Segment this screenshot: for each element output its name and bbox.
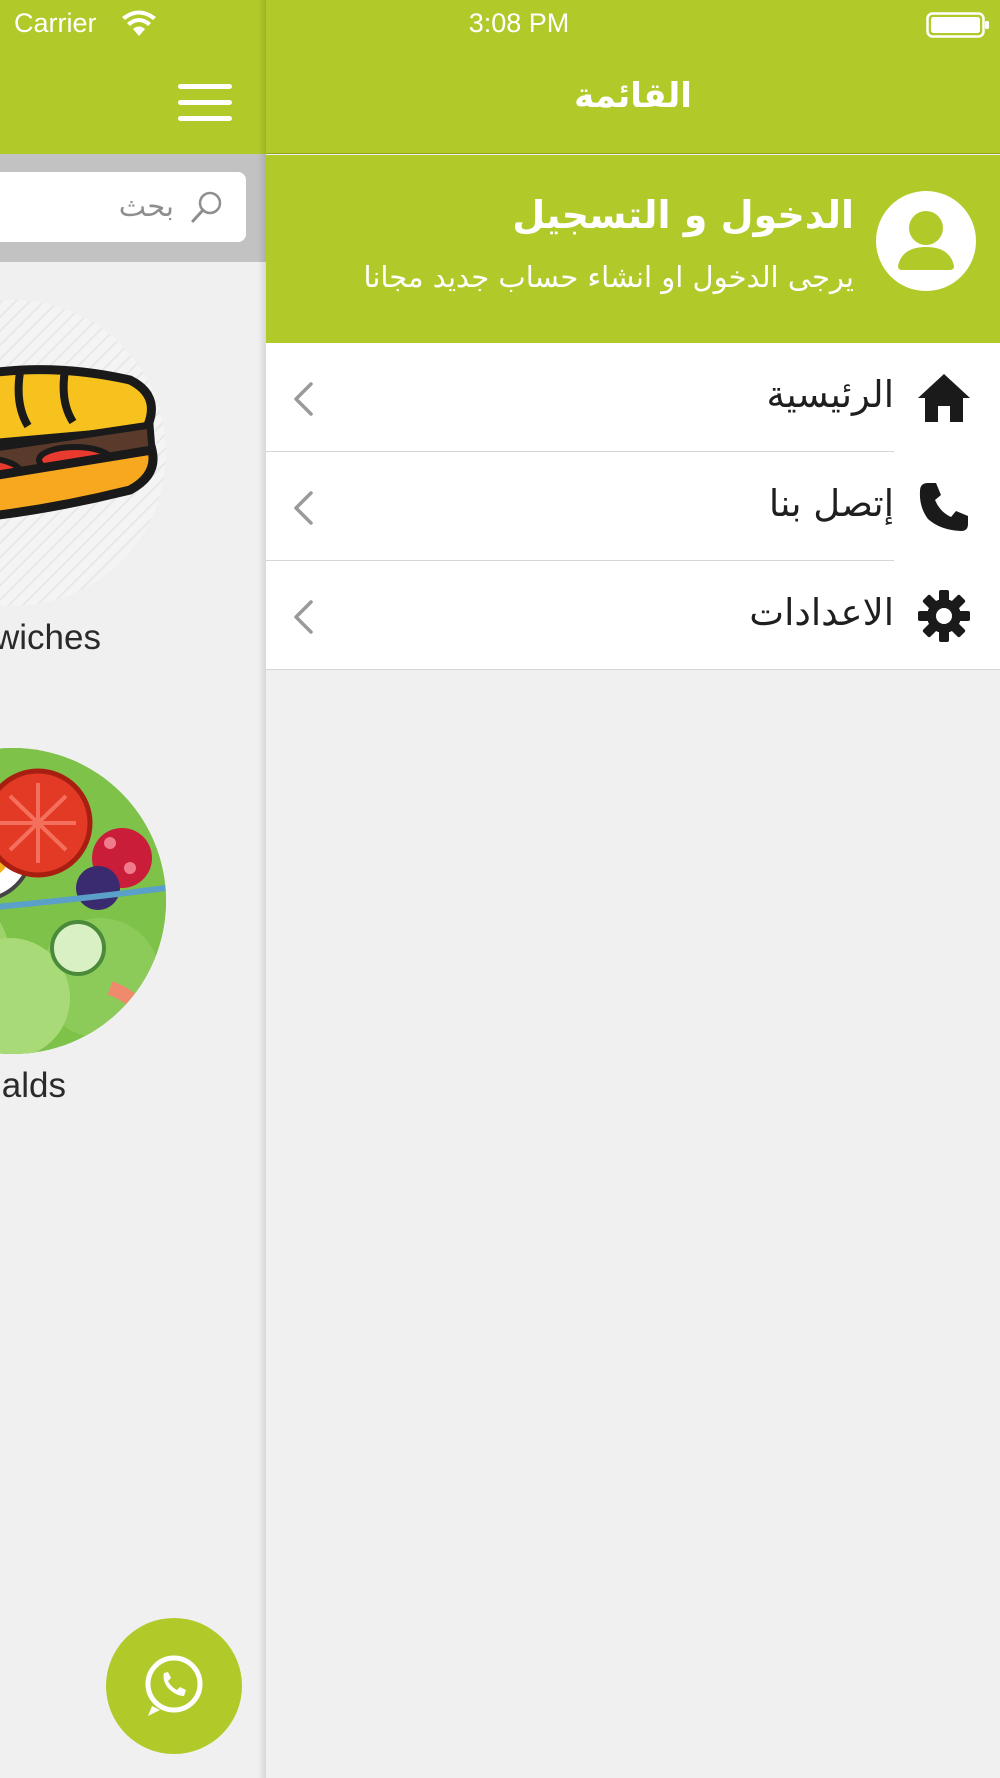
- side-drawer: 3:08 PM القائمة الدخول و التسجيل يرجى ال…: [266, 0, 1000, 1778]
- menu-item-contact[interactable]: إتصل بنا: [266, 452, 1000, 561]
- home-icon: [918, 374, 970, 422]
- drawer-menu-list: الرئيسية إتصل بنا الاعدادات: [266, 343, 1000, 670]
- menu-item-label: الرئيسية: [766, 373, 894, 416]
- salad-image: [0, 748, 166, 1054]
- search-input[interactable]: بحث: [0, 172, 246, 242]
- menu-item-home[interactable]: الرئيسية: [266, 343, 1000, 452]
- main-screen: Carrier بحث wiches lalds: [0, 0, 266, 1778]
- phone-icon: [919, 483, 968, 531]
- login-subtitle: يرجى الدخول او انشاء حساب جديد مجانا: [363, 260, 854, 294]
- whatsapp-icon: [145, 1655, 203, 1716]
- whatsapp-button[interactable]: [106, 1618, 242, 1754]
- menu-item-settings[interactable]: الاعدادات: [266, 561, 1000, 670]
- menu-item-label: الاعدادات: [749, 591, 894, 634]
- sandwich-image: [0, 300, 166, 606]
- login-title: الدخول و التسجيل: [512, 193, 854, 237]
- drawer-header: 3:08 PM القائمة: [266, 0, 1000, 154]
- menu-item-label: إتصل بنا: [768, 482, 894, 525]
- chevron-left-icon: [294, 382, 313, 416]
- battery-icon: [926, 12, 989, 38]
- search-placeholder: بحث: [118, 189, 174, 223]
- search-icon: [191, 191, 222, 223]
- wifi-icon: [122, 10, 156, 36]
- chevron-left-icon: [294, 600, 313, 634]
- carrier-label: Carrier: [14, 8, 97, 38]
- status-time: 3:08 PM: [468, 8, 570, 38]
- chevron-left-icon: [294, 491, 313, 525]
- app-header: Carrier: [0, 0, 266, 154]
- user-avatar-icon: [876, 191, 976, 291]
- gear-icon: [918, 590, 970, 642]
- drawer-title: القائمة: [574, 76, 692, 116]
- login-register-card[interactable]: الدخول و التسجيل يرجى الدخول او انشاء حس…: [266, 155, 1000, 343]
- category-label: lalds: [0, 1066, 66, 1105]
- category-label: wiches: [0, 618, 101, 657]
- hamburger-menu-button[interactable]: [176, 80, 234, 126]
- search-bar: بحث: [0, 154, 266, 262]
